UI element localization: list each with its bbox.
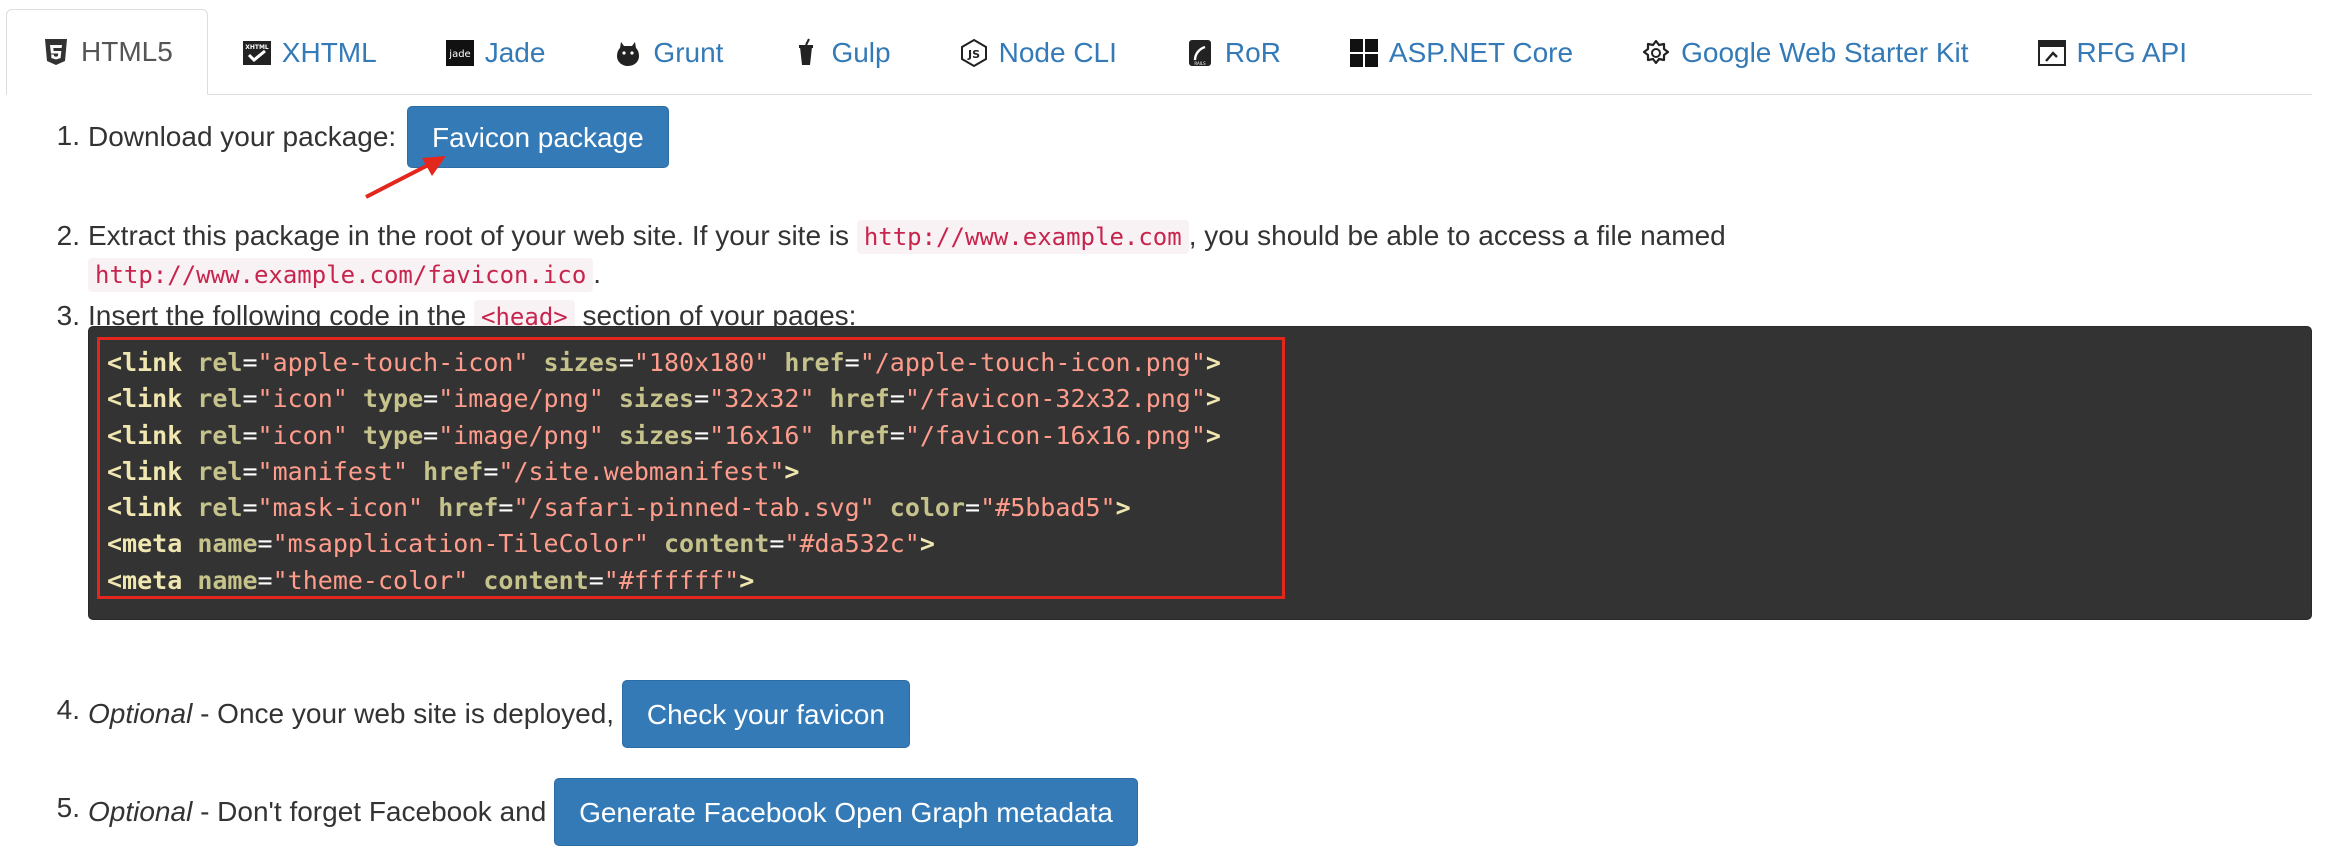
svg-text:JS: JS: [967, 48, 980, 61]
tab-node-cli[interactable]: JS Node CLI: [925, 11, 1151, 95]
tab-html5[interactable]: HTML5: [6, 9, 208, 95]
tab-ror[interactable]: RAILS RoR: [1151, 11, 1315, 95]
step-text: , you should be able to access a file na…: [1188, 220, 1726, 251]
favicon-package-button[interactable]: Favicon package: [406, 106, 669, 168]
code-snippet[interactable]: <link rel="apple-touch-icon" sizes="180x…: [88, 326, 2312, 620]
tab-label: Google Web Starter Kit: [1681, 37, 1969, 68]
tab-label: Grunt: [653, 37, 724, 68]
step-number: 2.: [56, 220, 80, 251]
code-line: <link rel="apple-touch-icon" sizes="180x…: [107, 348, 1221, 377]
jade-icon: jade: [445, 38, 475, 68]
code-line: <meta name="msapplication-TileColor" con…: [107, 529, 935, 559]
code-line: <link rel="manifest" href="/site.webmani…: [107, 456, 800, 486]
gear-icon: [1641, 38, 1671, 68]
step-text: - Once your web site is deployed,: [200, 698, 615, 729]
step-text: Download your package:: [88, 121, 397, 152]
tab-grunt[interactable]: Grunt: [579, 11, 757, 95]
tab-label: XHTML: [281, 37, 377, 68]
favicon-install-page: HTML5 XHTML XHTML jade Jade Grunt Gulp J…: [0, 0, 2326, 864]
step-text: - Don't forget Facebook and: [200, 796, 547, 827]
tab-google-web-starter-kit[interactable]: Google Web Starter Kit: [1607, 11, 2002, 95]
tab-label: RoR: [1224, 37, 1281, 68]
code-line: <meta name="theme-color" content="#fffff…: [107, 565, 755, 595]
svg-text:RAILS: RAILS: [1194, 61, 1206, 66]
nodejs-icon: JS: [959, 38, 989, 68]
windows-icon: [1349, 38, 1379, 68]
tab-xhtml[interactable]: XHTML XHTML: [208, 11, 411, 95]
platform-tabs: HTML5 XHTML XHTML jade Jade Grunt Gulp J…: [6, 0, 2312, 95]
optional-label: Optional: [88, 698, 193, 729]
step-text: .: [593, 258, 602, 289]
step-number: 5.: [56, 792, 80, 823]
step-text: Extract this package in the root of your…: [88, 220, 850, 251]
tab-label: RFG API: [2076, 37, 2187, 68]
example-favicon-url: http://www.example.com/favicon.ico: [88, 258, 594, 292]
code-line: <link rel="icon" type="image/png" sizes=…: [107, 384, 1221, 414]
api-icon: [2037, 38, 2067, 68]
example-site-url: http://www.example.com: [856, 220, 1189, 254]
tab-label: Jade: [484, 37, 546, 68]
html5-icon: [41, 37, 71, 67]
svg-text:jade: jade: [448, 49, 470, 60]
step-number: 1.: [56, 120, 80, 151]
tab-label: ASP.NET Core: [1388, 37, 1574, 68]
grunt-icon: [613, 38, 643, 68]
tab-label: Gulp: [831, 37, 891, 68]
tab-rfg-api[interactable]: RFG API: [2003, 11, 2221, 95]
check-favicon-button[interactable]: Check your favicon: [621, 680, 910, 748]
tab-label: Node CLI: [998, 37, 1117, 68]
gulp-icon: [791, 38, 821, 68]
rails-icon: RAILS: [1185, 38, 1215, 68]
code-lines: <link rel="apple-touch-icon" sizes="180x…: [107, 345, 1221, 599]
facebook-open-graph-button[interactable]: Generate Facebook Open Graph metadata: [554, 778, 1138, 846]
xhtml-icon: XHTML: [242, 38, 272, 68]
tab-label: HTML5: [81, 36, 173, 67]
step-number: 4.: [56, 694, 80, 725]
step-number: 3.: [56, 300, 80, 331]
tab-gulp[interactable]: Gulp: [757, 11, 924, 95]
svg-text:XHTML: XHTML: [245, 44, 269, 51]
tab-jade[interactable]: jade Jade: [411, 11, 580, 95]
tab-aspnet-core[interactable]: ASP.NET Core: [1315, 11, 1607, 95]
code-line: <link rel="mask-icon" href="/safari-pinn…: [107, 493, 1131, 523]
code-line: <link rel="icon" type="image/png" sizes=…: [107, 420, 1221, 450]
optional-label: Optional: [88, 796, 193, 827]
